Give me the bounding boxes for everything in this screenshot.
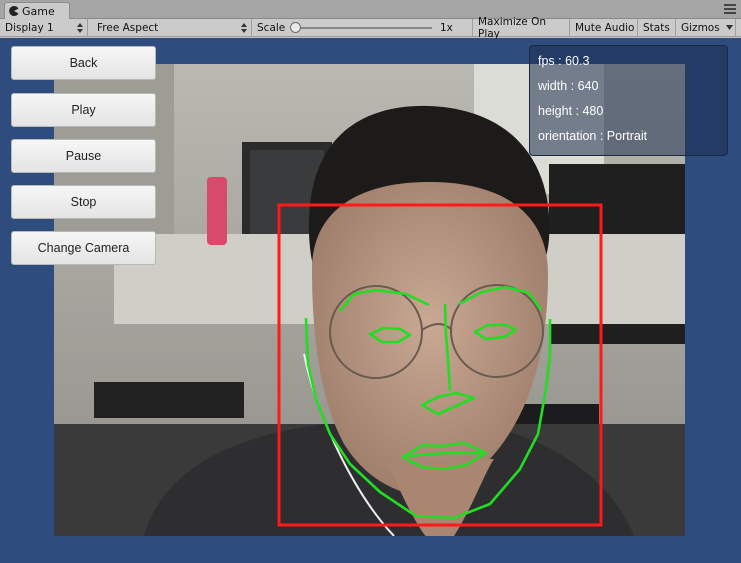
tab-label: Game [22,4,55,18]
stop-button[interactable]: Stop [11,185,156,219]
scale-slider-track[interactable] [294,27,432,29]
pause-button[interactable]: Pause [11,139,156,173]
game-tab-icon [9,6,19,16]
chevron-down-icon [726,25,733,30]
mute-audio-label: Mute Audio [575,22,635,34]
keyboard [94,382,244,418]
game-toolbar: Display 1 Free Aspect Scale 1x Maximize … [0,16,741,40]
stats-toggle[interactable]: Stats [638,19,676,37]
height-readout: height : 480 [538,104,604,118]
orientation-readout: orientation : Portrait [538,129,648,143]
width-readout: width : 640 [538,79,599,93]
maximize-on-play-toggle[interactable]: Maximize On Play [472,16,570,40]
scale-value: 1x [440,22,453,34]
gizmos-dropdown[interactable]: Gizmos [676,19,736,37]
gizmos-label: Gizmos [681,22,720,34]
stats-label: Stats [643,22,670,34]
tab-bar: Game [0,0,741,19]
play-button[interactable]: Play [11,93,156,127]
dropdown-arrow-icon [77,22,83,34]
mute-audio-toggle[interactable]: Mute Audio [570,19,638,37]
display-dropdown[interactable]: Display 1 [0,19,88,37]
aspect-dropdown[interactable]: Free Aspect [92,19,252,37]
back-button[interactable]: Back [11,46,156,80]
display-label: Display 1 [5,22,54,34]
maximize-on-play-label: Maximize On Play [478,16,546,40]
tab-game[interactable]: Game [4,2,70,19]
water-bottle [207,177,227,245]
scale-slider-thumb[interactable] [290,22,301,33]
dropdown-arrow-icon [241,22,247,34]
info-panel: fps : 60.3 width : 640 height : 480 orie… [529,45,728,156]
aspect-label: Free Aspect [97,22,159,34]
change-camera-button[interactable]: Change Camera [11,231,156,265]
tab-menu-icon[interactable] [724,4,736,14]
game-view: Back Play Pause Stop Change Camera fps :… [0,38,741,563]
fps-readout: fps : 60.3 [538,54,590,68]
scale-label: Scale [257,22,286,34]
